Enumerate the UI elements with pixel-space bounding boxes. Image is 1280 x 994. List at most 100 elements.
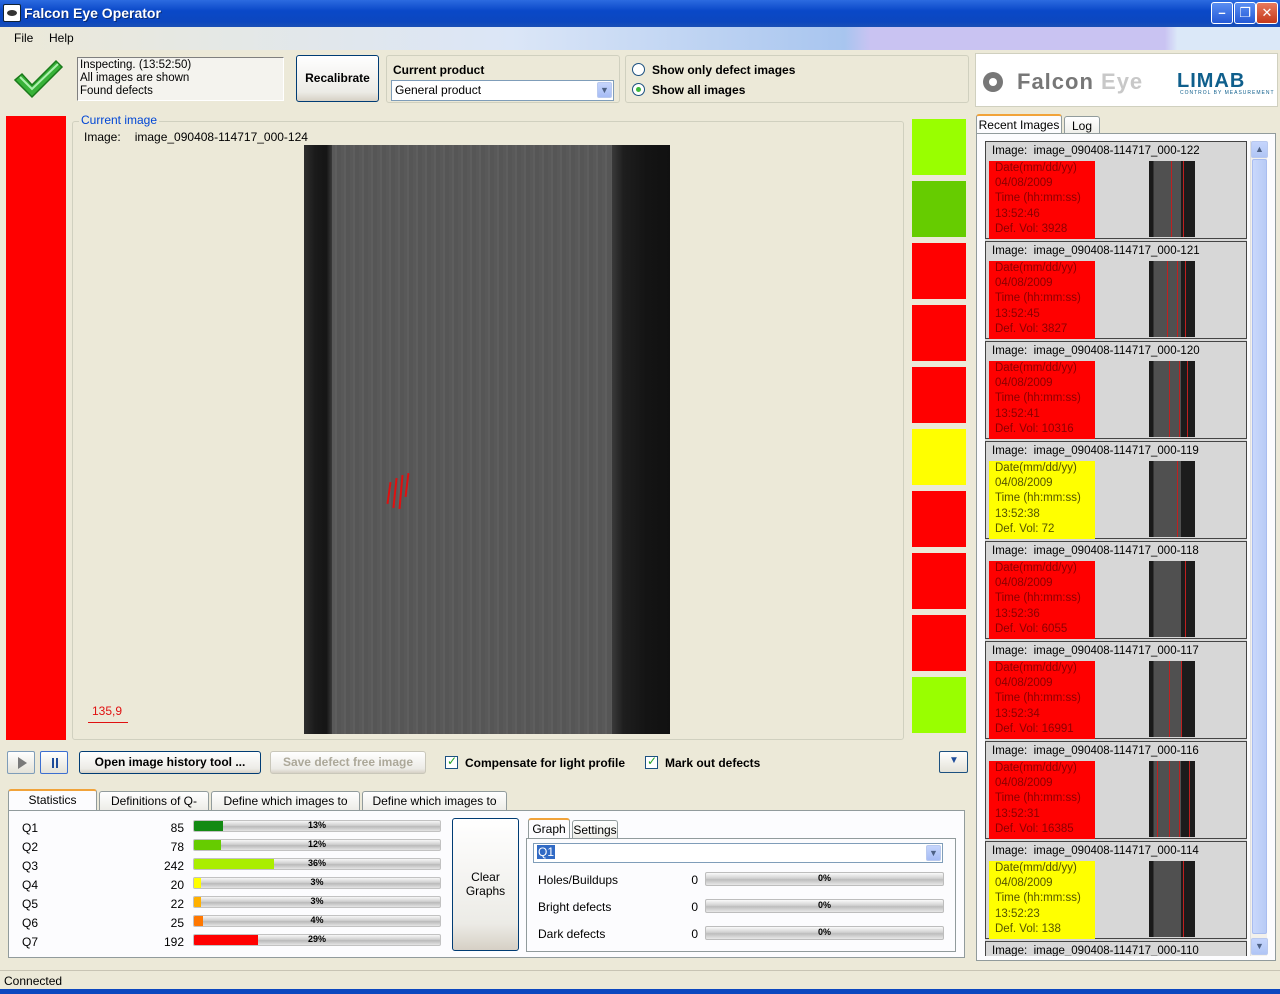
history-indicator[interactable] [912, 429, 966, 485]
q-level-percent: 13% [307, 820, 326, 830]
recent-image-item[interactable]: Image: image_090408-114717_000-121 Date(m… [985, 241, 1247, 339]
metric-label: Bright defects [538, 900, 612, 914]
metric-count: 0 [691, 873, 698, 887]
scale-label: 135,9 [92, 704, 123, 718]
chevron-down-icon[interactable]: ▼ [597, 82, 612, 98]
scroll-down-icon[interactable]: ▼ [1251, 938, 1268, 955]
recent-image-thumbnail[interactable] [1149, 861, 1195, 937]
mark-defects-checkbox[interactable]: Mark out defects [645, 754, 760, 770]
scroll-thumb[interactable] [1252, 159, 1267, 934]
play-button[interactable] [7, 751, 35, 774]
history-indicator[interactable] [912, 491, 966, 547]
pause-button[interactable] [40, 751, 68, 774]
q-level-count: 192 [163, 935, 184, 949]
recent-image-title: Image: image_090408-114717_000-114 [992, 845, 1199, 857]
history-indicator[interactable] [912, 367, 966, 423]
tab-define-save[interactable]: Define which images to save [362, 791, 507, 826]
q-level-bar: 29% [193, 934, 441, 946]
recent-image-info: Date(mm/dd/yy) 04/08/2009 Time (hh:mm:ss) 1… [989, 261, 1095, 339]
limab-tagline: CONTROL BY MEASUREMENT [1180, 90, 1275, 96]
recent-scrollbar[interactable]: ▲ ▼ [1250, 141, 1268, 956]
tab-settings[interactable]: Settings [572, 820, 618, 840]
scale-bar [88, 722, 128, 724]
history-indicator[interactable] [912, 119, 966, 175]
history-indicator[interactable] [912, 553, 966, 609]
recalibrate-button[interactable]: Recalibrate [296, 55, 379, 102]
recent-image-title: Image: image_090408-114717_000-119 [992, 445, 1199, 457]
recent-image-thumbnail[interactable] [1149, 161, 1195, 237]
history-indicator[interactable] [912, 615, 966, 671]
metric-row: Dark defects 0 0% [538, 925, 946, 945]
recent-image-thumbnail[interactable] [1149, 761, 1195, 837]
tab-define-show[interactable]: Define which images to show [211, 791, 360, 826]
falcon-eye-logo: Falcon Eye LIMAB CONTROL BY MEASUREMENT [975, 53, 1278, 107]
close-button[interactable]: ✕ [1256, 2, 1278, 24]
recent-image-title: Image: image_090408-114717_000-121 [992, 245, 1200, 257]
tab-statistics-graphs[interactable]: Statistics graphs [8, 789, 97, 825]
recent-image-info: Date(mm/dd/yy) 04/08/2009 Time (hh:mm:ss) 1… [989, 861, 1095, 939]
radio-on-icon[interactable] [632, 83, 645, 96]
recent-image-info: Date(mm/dd/yy) 04/08/2009 Time (hh:mm:ss) 1… [989, 161, 1095, 239]
menu-file[interactable]: File [14, 31, 33, 45]
save-defect-free-button[interactable]: Save defect free image [270, 751, 426, 774]
history-indicator[interactable] [912, 181, 966, 237]
q-level-percent: 3% [310, 877, 324, 887]
recent-image-item[interactable]: Image: image_090408-114717_000-120 Date(m… [985, 341, 1247, 439]
recent-image-item[interactable]: Image: image_090408-114717_000-114 Date(m… [985, 841, 1247, 939]
recent-image-info: Date(mm/dd/yy) 04/08/2009 Time (hh:mm:ss) 1… [989, 761, 1095, 839]
graph-select[interactable]: Q1 ▼ [533, 843, 943, 863]
current-product-label: Current product [393, 63, 485, 77]
radio-off-icon[interactable] [632, 63, 645, 76]
metric-label: Dark defects [538, 927, 606, 941]
recent-image-item[interactable]: Image: image_090408-114717_000-119 Date(m… [985, 441, 1247, 539]
recent-image-thumbnail[interactable] [1149, 661, 1195, 737]
minimize-button[interactable]: – [1211, 2, 1233, 24]
check-icon[interactable] [445, 754, 458, 769]
recent-image-item[interactable]: Image: image_090408-114717_000-122 Date(m… [985, 141, 1247, 239]
maximize-button[interactable]: ❐ [1234, 2, 1256, 24]
metric-percent: 0% [817, 927, 831, 937]
recent-image-thumbnail[interactable] [1149, 261, 1195, 337]
history-indicator[interactable] [912, 243, 966, 299]
tab-graph[interactable]: Graph [528, 818, 570, 840]
radio-show-only-defects[interactable]: Show only defect images [632, 63, 795, 77]
product-select[interactable]: General product ▼ [391, 80, 614, 101]
recent-image-thumbnail[interactable] [1149, 361, 1195, 437]
pause-icon [52, 758, 54, 768]
recent-image-thumbnail[interactable] [1149, 561, 1195, 637]
recent-image-thumbnail[interactable] [1149, 461, 1195, 537]
recent-image-title: Image: image_090408-114717_000-118 [992, 545, 1199, 557]
connection-status: Connected [4, 974, 63, 988]
tab-q-level-definitions[interactable]: Definitions of Q-levels [99, 791, 209, 826]
recent-image-item[interactable]: Image: image_090408-114717_000-118 Date(m… [985, 541, 1247, 639]
history-indicator[interactable] [912, 305, 966, 361]
q-level-label: Q4 [22, 878, 39, 892]
compensate-checkbox[interactable]: Compensate for light profile [445, 754, 625, 770]
expand-button[interactable]: ▼ [939, 751, 968, 773]
recent-image-item[interactable]: Image: image_090408-114717_000-117 Date(m… [985, 641, 1247, 739]
current-image-name: Image: image_090408-114717_000-124 [84, 130, 308, 144]
chevron-down-icon: ▼ [949, 755, 959, 766]
q-level-count: 85 [170, 821, 184, 835]
radio-show-all[interactable]: Show all images [632, 83, 745, 97]
scroll-up-icon[interactable]: ▲ [1251, 141, 1268, 158]
q-level-count: 20 [170, 878, 184, 892]
q-level-count: 78 [170, 840, 184, 854]
history-indicator[interactable] [912, 677, 966, 733]
q-level-percent: 4% [310, 915, 324, 925]
q-level-bar: 13% [193, 820, 441, 832]
open-history-button[interactable]: Open image history tool ... [79, 751, 261, 774]
app-eye-icon [3, 4, 21, 22]
q-level-bar: 4% [193, 915, 441, 927]
check-icon[interactable] [645, 754, 658, 769]
metric-percent: 0% [817, 873, 831, 883]
q-level-label: Q6 [22, 916, 39, 930]
recent-image-item[interactable]: Image: image_090408-114717_000-110 [985, 941, 1247, 956]
camera-image[interactable] [304, 145, 670, 734]
menu-help[interactable]: Help [49, 31, 74, 45]
recent-image-title: Image: image_090408-114717_000-120 [992, 345, 1200, 357]
recent-image-item[interactable]: Image: image_090408-114717_000-116 Date(m… [985, 741, 1247, 839]
clear-graphs-button[interactable]: Clear Graphs [452, 818, 519, 951]
recent-image-info: Date(mm/dd/yy) 04/08/2009 Time (hh:mm:ss) 1… [989, 461, 1095, 539]
chevron-down-icon[interactable]: ▼ [926, 845, 941, 861]
